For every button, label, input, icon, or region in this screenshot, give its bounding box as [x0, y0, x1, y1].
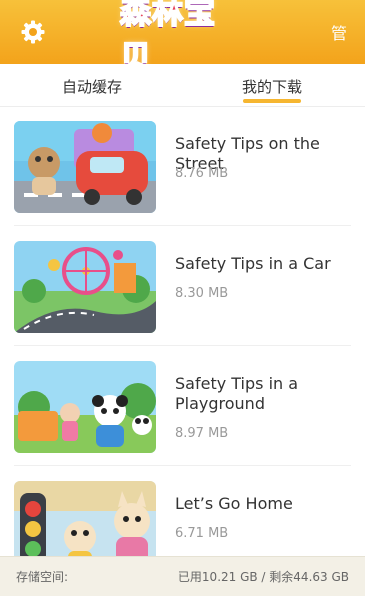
- active-tab-indicator: [243, 99, 301, 103]
- video-thumbnail[interactable]: [14, 241, 156, 333]
- top-bar: 森林宝贝 管: [0, 0, 365, 77]
- storage-usage: 已用10.21 GB / 剩余44.63 GB: [177, 570, 349, 584]
- storage-label: 存储空间:: [16, 570, 69, 584]
- app-logo: 森林宝贝: [119, 0, 244, 77]
- download-item-street[interactable]: Safety Tips on the Street 8.76 MB: [0, 106, 365, 226]
- video-title: Safety Tips in a Car: [175, 254, 331, 273]
- video-thumbnail[interactable]: [14, 121, 156, 213]
- download-list: Safety Tips on the Street 8.76 MB Safety…: [0, 106, 365, 586]
- manage-button[interactable]: 管: [331, 20, 347, 44]
- tab-my-downloads[interactable]: 我的下载: [242, 76, 302, 97]
- file-size: 8.76 MB: [175, 166, 229, 181]
- download-item-car[interactable]: Safety Tips in a Car 8.30 MB: [0, 226, 365, 346]
- file-size: 6.71 MB: [175, 526, 229, 541]
- storage-bar: 存储空间: 已用10.21 GB / 剩余44.63 GB: [0, 556, 365, 596]
- file-size: 8.97 MB: [175, 426, 229, 441]
- tab-auto-cache[interactable]: 自动缓存: [62, 76, 122, 97]
- video-thumbnail[interactable]: [14, 361, 156, 453]
- file-size: 8.30 MB: [175, 286, 229, 301]
- video-title: Let’s Go Home: [175, 494, 293, 513]
- video-title: Safety Tips in a Playground: [175, 374, 299, 413]
- download-item-playground[interactable]: Safety Tips in a Playground 8.97 MB: [0, 346, 365, 466]
- gear-icon[interactable]: [20, 19, 46, 45]
- tab-bar: 自动缓存 我的下载: [0, 64, 365, 107]
